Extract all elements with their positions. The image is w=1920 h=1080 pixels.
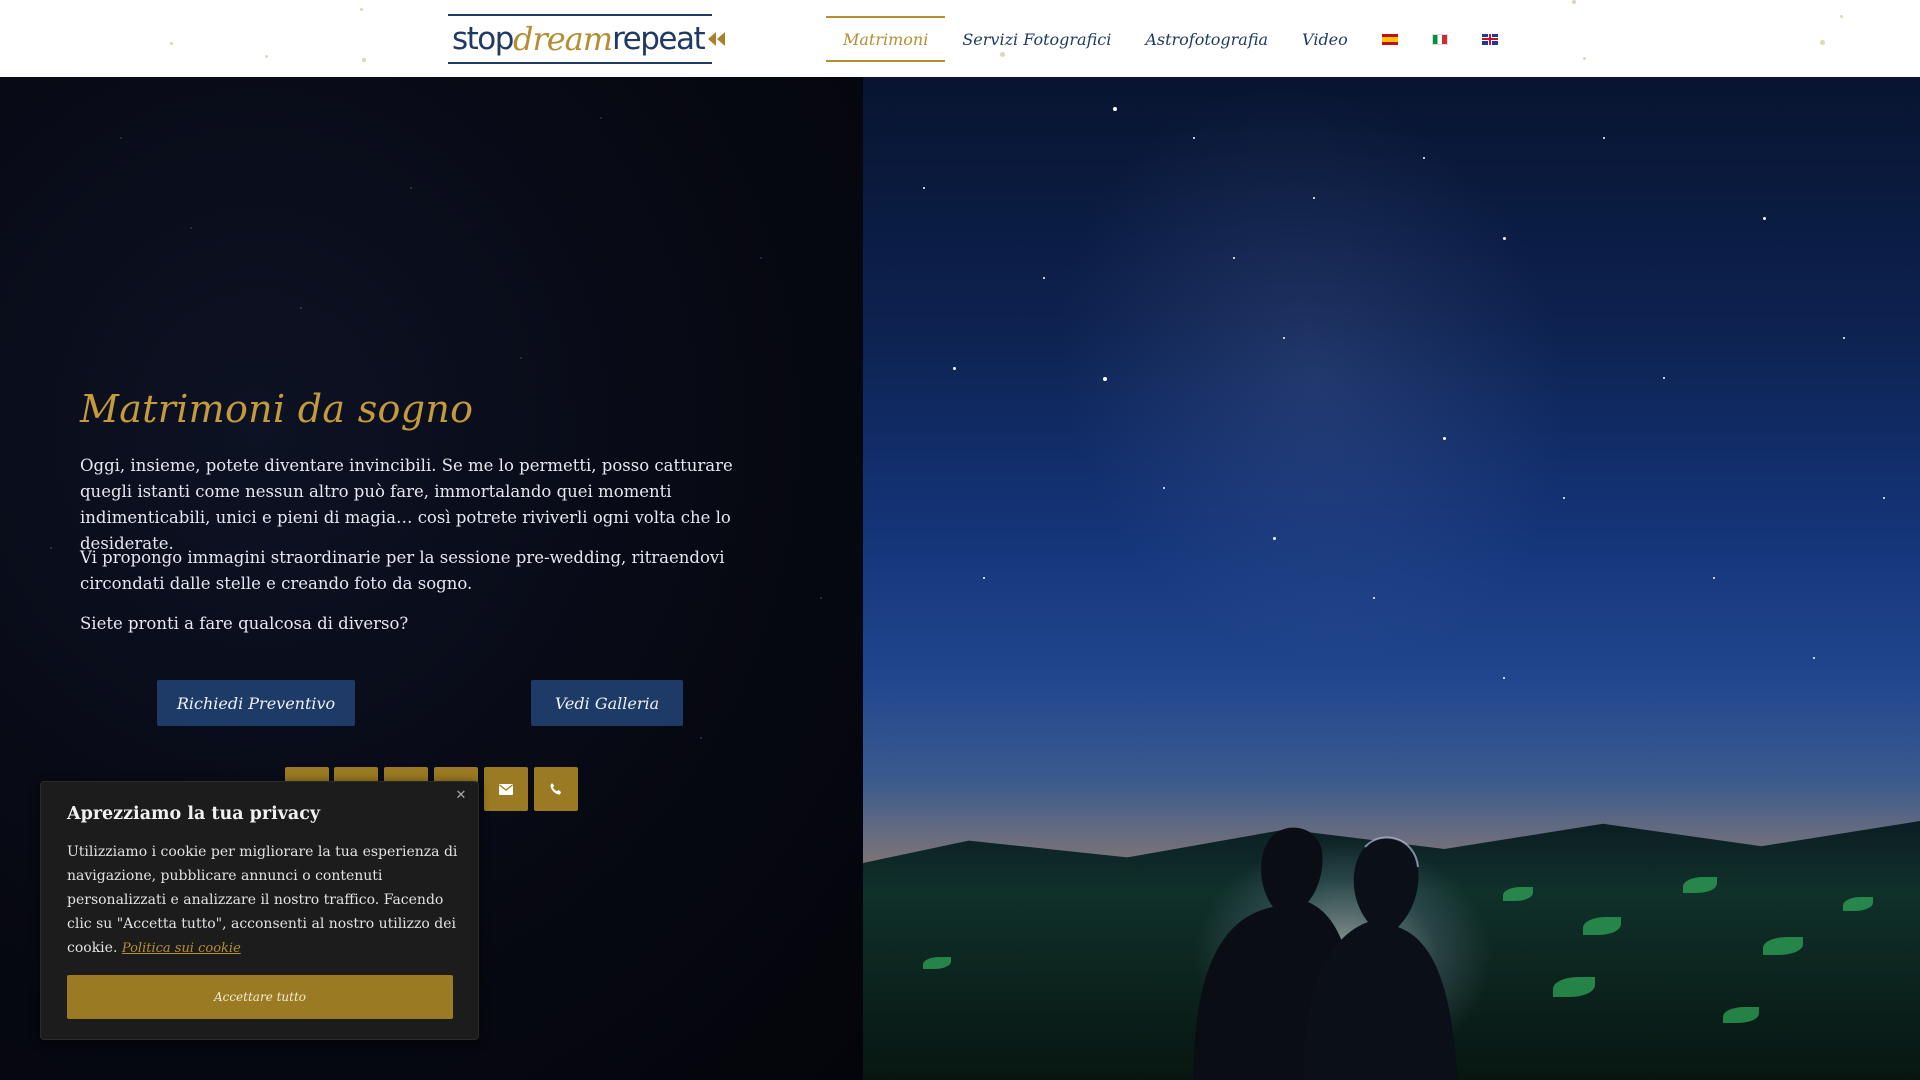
nav-item-matrimoni[interactable]: Matrimoni	[826, 16, 946, 62]
decor-dot	[362, 58, 366, 62]
decor-dot	[265, 55, 268, 58]
couple-silhouette	[1193, 827, 1458, 1080]
cookie-text-body: Utilizziamo i cookie per migliorare la t…	[67, 844, 458, 956]
site-header: stop dream repeat Matrimoni Servizi Foto…	[0, 0, 1920, 77]
main-nav: Matrimoni Servizi Fotografici Astrofotog…	[826, 16, 1515, 62]
hero-title: Matrimoni da sogno	[80, 387, 474, 431]
hero-paragraph: Siete pronti a fare qualcosa di diverso?	[80, 614, 409, 633]
close-icon[interactable]: ✕	[452, 786, 470, 804]
phone-button[interactable]	[534, 767, 578, 811]
hero-paragraph: Oggi, insieme, potete diventare invincib…	[80, 456, 733, 553]
decor-dot	[1820, 40, 1825, 45]
decor-dot	[1572, 0, 1576, 4]
cookie-consent-panel: ✕ Aprezziamo la tua privacy Utilizziamo …	[40, 781, 479, 1040]
nav-item-astrofotografia[interactable]: Astrofotografia	[1128, 16, 1285, 62]
nav-item-video[interactable]: Video	[1285, 16, 1365, 62]
site-logo[interactable]: stop dream repeat	[448, 14, 726, 64]
nav-item-servizi-fotografici[interactable]: Servizi Fotografici	[945, 16, 1128, 62]
flag-it-icon[interactable]	[1431, 33, 1448, 45]
cookie-text: Utilizziamo i cookie per migliorare la t…	[67, 840, 462, 961]
logo-word-repeat: repeat	[612, 21, 706, 57]
logo-word-dream: dream	[512, 20, 613, 58]
logo-rewind-icon	[717, 32, 726, 46]
flag-es-icon[interactable]	[1381, 33, 1398, 45]
view-gallery-button[interactable]: Vedi Galleria	[531, 680, 683, 726]
hero-photo-starry-sky-couple	[863, 77, 1920, 1080]
decor-dot	[360, 8, 363, 11]
decor-dot	[170, 42, 173, 45]
logo-rewind-icon	[708, 32, 717, 46]
email-button[interactable]	[484, 767, 528, 811]
accept-all-button[interactable]: Accettare tutto	[67, 975, 453, 1019]
phone-icon	[550, 783, 562, 795]
decor-dot	[1840, 15, 1843, 18]
decor-dot	[1583, 57, 1586, 60]
logo-word-stop: stop	[452, 21, 514, 57]
hero-paragraph: Vi propongo immagini straordinarie per l…	[80, 548, 725, 593]
cookie-policy-link[interactable]: Politica sui cookie	[122, 941, 241, 956]
request-quote-button[interactable]: Richiedi Preventivo	[157, 680, 355, 726]
envelope-icon	[499, 783, 513, 795]
cookie-title: Aprezziamo la tua privacy	[67, 804, 321, 824]
flag-en-icon[interactable]	[1481, 33, 1498, 45]
